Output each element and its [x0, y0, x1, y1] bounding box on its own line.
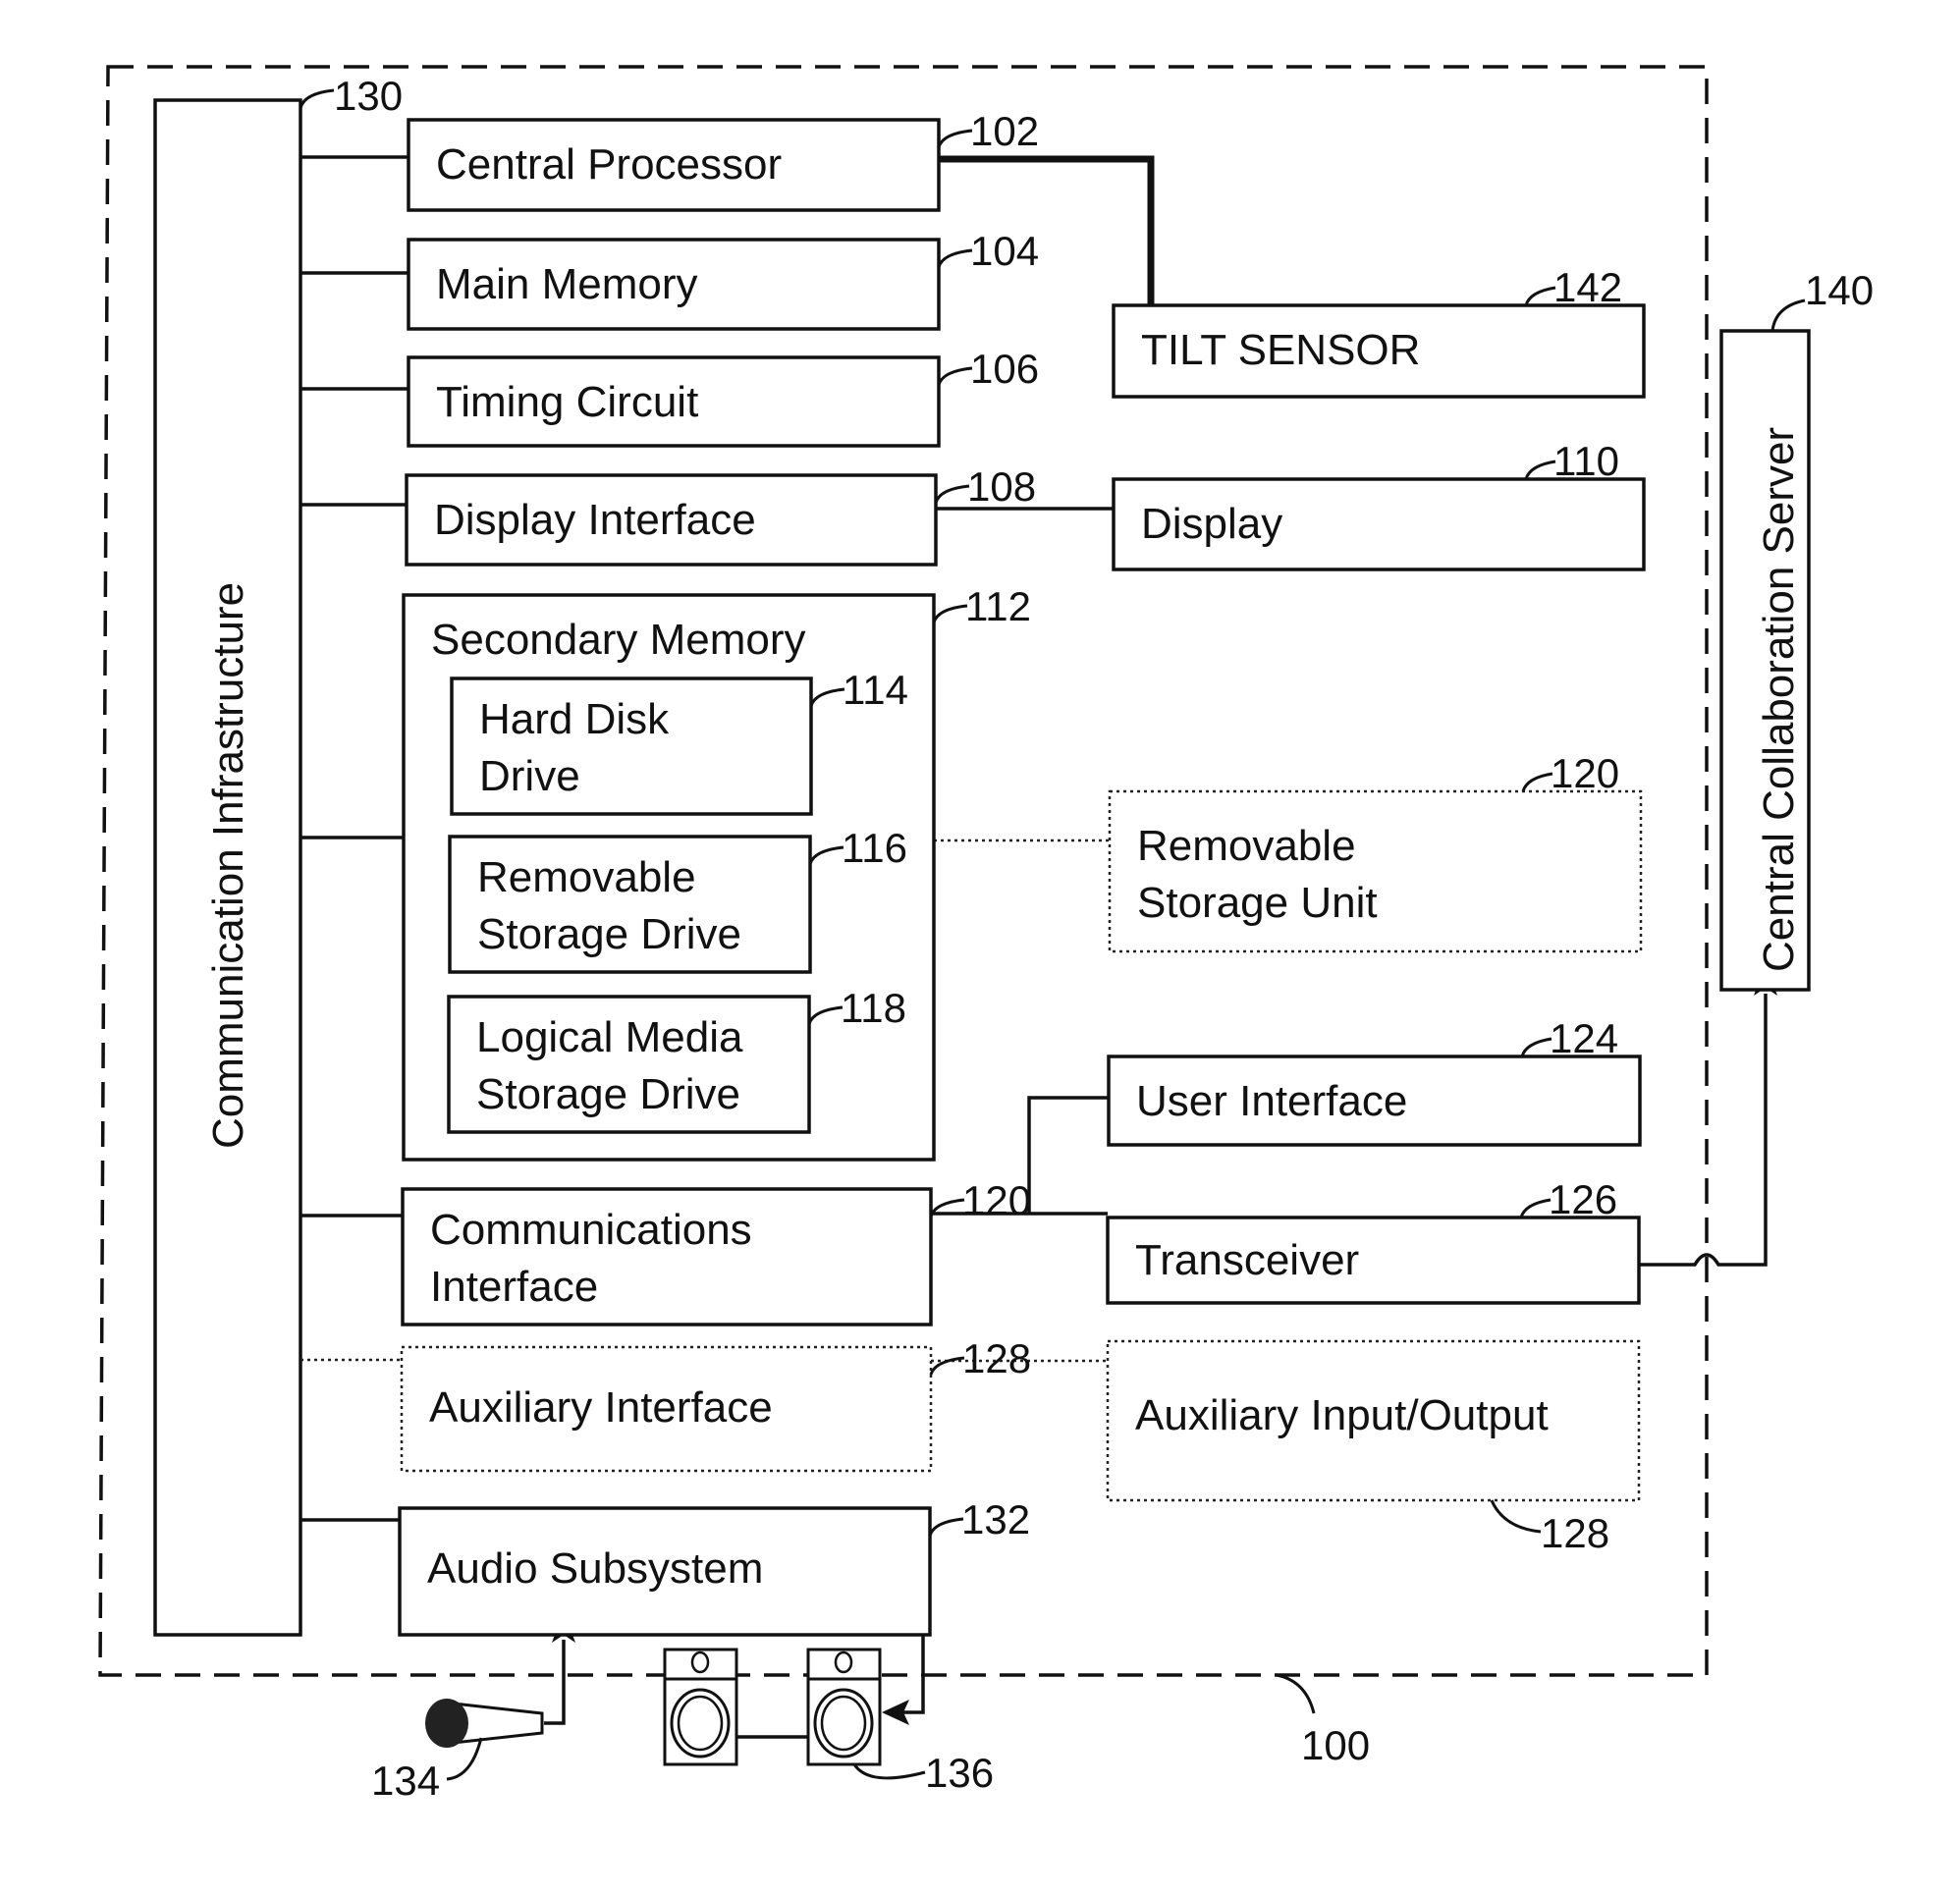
auxiliary-interface-label: Auxiliary Interface — [429, 1383, 773, 1432]
hard-disk-drive-label: Hard Disk — [479, 695, 670, 743]
logical-media-storage-drive-label: Logical Media — [476, 1013, 743, 1061]
removable-storage-drive-label: Storage Drive — [477, 910, 741, 958]
timing-circuit-ref: 106 — [970, 346, 1039, 392]
display-interface-block: Display Interface 108 — [405, 463, 1036, 567]
logical-media-storage-drive-label: Storage Drive — [476, 1070, 740, 1118]
speakers-ref: 136 — [925, 1750, 994, 1796]
transceiver-to-server — [1639, 994, 1768, 1267]
tilt-sensor-ref-leader — [1524, 286, 1556, 306]
user-interface-block: User Interface 124 — [1107, 1015, 1642, 1147]
auxiliary-input-output-ref: 128 — [1541, 1510, 1609, 1556]
display-interface-ref: 108 — [967, 463, 1036, 510]
auxiliary-interface-ref: 128 — [962, 1335, 1031, 1381]
display-label: Display — [1141, 500, 1282, 548]
blocks: Central Processor 102 Main Memory 104 Timing… — [398, 108, 1646, 1637]
audio-subsystem-label: Audio Subsystem — [427, 1544, 763, 1593]
microphone-icon — [425, 1699, 544, 1781]
communications-interface-block: Communications Interface 120 — [401, 1177, 1031, 1326]
removable-storage-unit-label: Removable — [1137, 822, 1356, 870]
server-ref-leader — [1770, 298, 1806, 332]
auxiliary-input-output-ref-leader — [1490, 1499, 1542, 1534]
logical-media-storage-drive-ref: 118 — [841, 985, 906, 1031]
display-block: Display 110 — [1112, 438, 1646, 571]
block-diagram: 100 Communication Infrastructure 130 Cen… — [98, 65, 1874, 1804]
central-collaboration-server-label: Central Collaboration Server — [1755, 427, 1803, 972]
transceiver-block: Transceiver 126 — [1106, 1176, 1641, 1305]
hard-disk-drive-ref: 114 — [843, 667, 908, 713]
mic-to-audio — [544, 1640, 566, 1725]
central-processor-ref-leader — [937, 129, 973, 148]
system-ref-leader — [1276, 1673, 1316, 1714]
central-processor-ref: 102 — [970, 108, 1039, 154]
display-ref-leader — [1524, 460, 1556, 480]
hard-disk-drive-label: Drive — [479, 752, 580, 800]
transceiver-label: Transceiver — [1135, 1236, 1359, 1284]
removable-storage-unit-ref-leader — [1521, 772, 1553, 792]
timing-circuit-ref-leader — [937, 366, 973, 386]
communications-interface-ref: 120 — [962, 1177, 1031, 1223]
removable-storage-unit-box — [1108, 789, 1643, 953]
tilt-sensor-ref: 142 — [1553, 264, 1622, 310]
secondary-memory-ref: 112 — [965, 583, 1031, 629]
main-memory-block: Main Memory 104 — [407, 228, 1039, 331]
auxiliary-interface-block: Auxiliary Interface 128 — [400, 1335, 1031, 1473]
transceiver-ref-leader — [1519, 1198, 1552, 1218]
user-interface-label: User Interface — [1136, 1077, 1407, 1125]
communication-infrastructure-label: Communication Infrastructure — [204, 582, 252, 1149]
removable-storage-drive-ref: 116 — [842, 825, 907, 871]
timing-circuit-block: Timing Circuit 106 — [407, 346, 1039, 448]
microphone-ref: 134 — [371, 1758, 440, 1804]
tilt-sensor-block: TILT SENSOR 142 — [1112, 264, 1646, 399]
auxiliary-input-output-label: Auxiliary Input/Output — [1135, 1391, 1549, 1439]
audio-subsystem-ref-leader — [928, 1517, 964, 1537]
tilt-sensor-label: TILT SENSOR — [1141, 326, 1420, 374]
display-interface-label: Display Interface — [434, 496, 756, 544]
communications-interface-label: Interface — [430, 1263, 598, 1311]
speaker-icon — [663, 1648, 738, 1766]
timing-circuit-label: Timing Circuit — [436, 378, 698, 426]
central-processor-label: Central Processor — [436, 140, 782, 189]
user-interface-ref: 124 — [1550, 1015, 1618, 1061]
removable-storage-unit-ref: 120 — [1551, 750, 1619, 796]
communications-interface-label: Communications — [430, 1206, 752, 1254]
removable-storage-drive-label: Removable — [477, 853, 696, 901]
audio-subsystem-ref: 132 — [961, 1496, 1030, 1542]
main-memory-label: Main Memory — [436, 260, 698, 308]
system-ref: 100 — [1301, 1722, 1370, 1768]
removable-storage-unit-block: Removable Storage Unit 120 — [1108, 750, 1643, 953]
bus-ref-leader — [299, 88, 335, 109]
display-interface-ref-leader — [934, 484, 970, 504]
main-memory-ref-leader — [937, 248, 973, 268]
auxiliary-input-output-block: Auxiliary Input/Output 128 — [1106, 1339, 1641, 1556]
server-ref: 140 — [1805, 267, 1874, 313]
removable-storage-unit-label: Storage Unit — [1137, 879, 1378, 927]
secondary-memory-ref-leader — [932, 604, 968, 623]
user-interface-ref-leader — [1520, 1037, 1552, 1057]
audio-subsystem-block: Audio Subsystem 132 — [398, 1496, 1030, 1637]
main-memory-ref: 104 — [970, 228, 1039, 274]
transceiver-ref: 126 — [1549, 1176, 1617, 1222]
bus-ref: 130 — [334, 73, 403, 119]
secondary-memory-label: Secondary Memory — [431, 616, 805, 664]
display-ref: 110 — [1553, 438, 1619, 484]
